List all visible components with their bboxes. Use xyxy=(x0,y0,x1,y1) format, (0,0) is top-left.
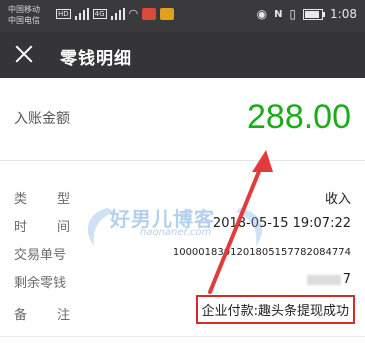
app-notification-icon-2 xyxy=(160,7,175,20)
signal-icon-2 xyxy=(110,7,125,20)
status-icons-right: ◉ N ▯ 1:08 xyxy=(257,7,357,21)
hd-icon: HD xyxy=(56,8,71,19)
amount-label: 入账金额 xyxy=(14,111,70,127)
eye-icon: ◉ xyxy=(256,7,268,21)
detail-value-time: 2018-05-15 19:07:22 xyxy=(212,216,351,231)
carrier-labels: 中国移动 中国电信 xyxy=(8,4,40,26)
bottom-divider xyxy=(0,336,365,337)
clock: 1:08 xyxy=(330,7,357,21)
wifi-icon: ◠ xyxy=(128,7,139,20)
detail-label-balance: 剩余零钱 xyxy=(14,276,67,291)
battery-icon xyxy=(303,8,326,20)
amount-value: 288.00 xyxy=(247,98,351,136)
detail-label-type: 类型 xyxy=(14,192,101,207)
carrier-2: 中国电信 xyxy=(8,16,40,25)
detail-value-note: 企业付款:趣头条提现成功 xyxy=(195,295,355,324)
network-4g-icon: 4G xyxy=(92,8,107,19)
status-bar: 中国移动 中国电信 HD 4G ◠ ◉ N ▯ 1:08 xyxy=(0,0,365,32)
detail-row-time: 时间 2018-05-15 19:07:22 xyxy=(0,212,365,238)
detail-value-balance: 7 xyxy=(306,272,351,287)
detail-label-time: 时间 xyxy=(14,220,101,235)
nfc-icon: N xyxy=(274,8,283,20)
detail-row-type: 类型 收入 xyxy=(0,184,365,210)
amount-section: 入账金额 288.00 xyxy=(0,78,365,161)
detail-label-trade-no: 交易单号 xyxy=(14,248,67,263)
app-notification-icon xyxy=(142,7,157,20)
detail-value-type: 收入 xyxy=(324,192,351,207)
detail-row-trade-no: 交易单号 1000018301201805157782084774 xyxy=(0,240,365,266)
detail-value-trade-no: 1000018301201805157782084774 xyxy=(172,247,351,258)
redacted-mask xyxy=(306,274,341,285)
status-icons-left: HD 4G ◠ xyxy=(56,7,175,20)
balance-visible-digit: 7 xyxy=(342,272,351,287)
detail-row-note: 备注 企业付款:趣头条提现成功 xyxy=(0,295,365,326)
battery-fill xyxy=(305,10,319,18)
detail-label-note: 备注 xyxy=(14,308,101,323)
close-button[interactable] xyxy=(10,40,38,68)
signal-icon xyxy=(74,7,89,20)
page-title: 零钱明细 xyxy=(60,49,132,69)
carrier-1: 中国移动 xyxy=(8,5,40,14)
detail-row-balance: 剩余零钱 7 xyxy=(0,268,365,294)
vibrate-icon: ▯ xyxy=(289,7,297,21)
navigation-bar: 零钱明细 xyxy=(0,32,365,78)
